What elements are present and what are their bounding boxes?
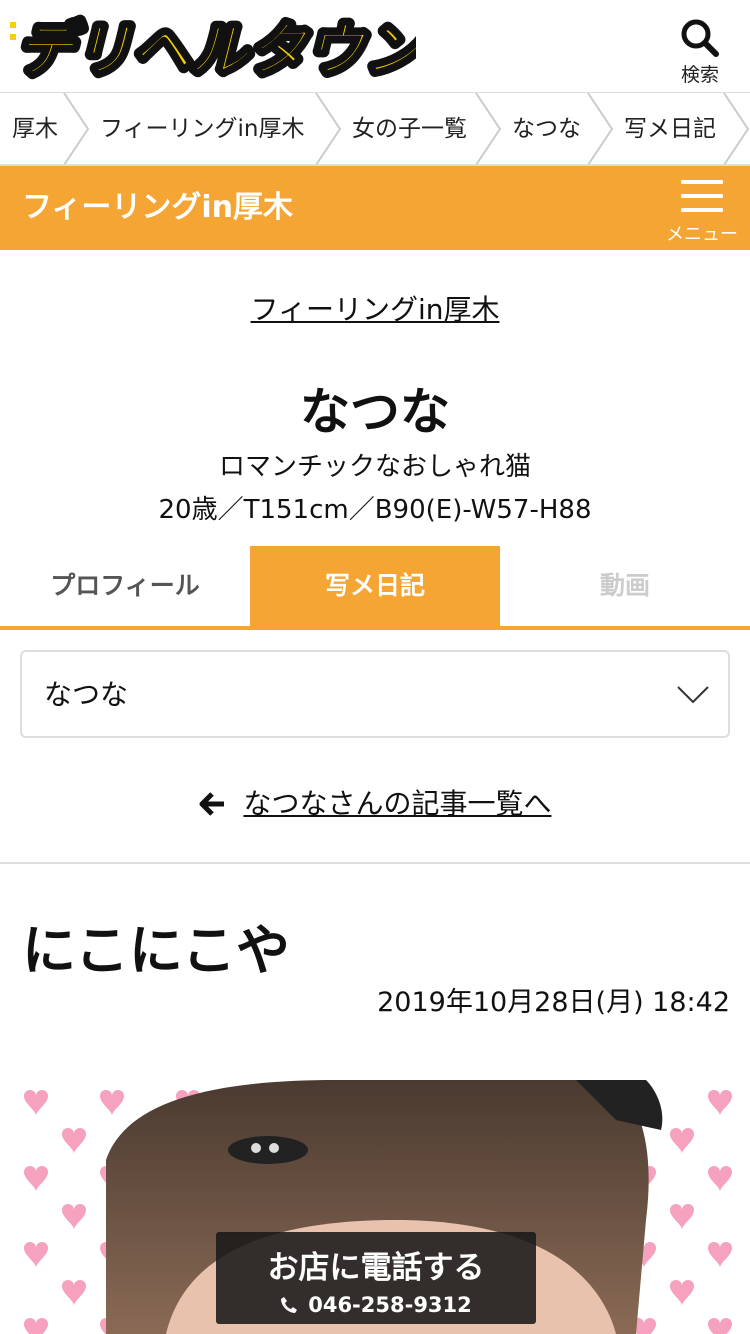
tab-profile[interactable]: プロフィール [0,546,250,626]
menu-label: メニュー [666,224,738,245]
search-button[interactable]: 検索 [670,18,730,86]
divider [0,862,750,864]
site-header: デリヘルタウン デリヘルタウン 検索 [0,0,750,92]
breadcrumb-separator-icon [315,93,342,164]
hamburger-icon [681,180,723,184]
profile-tabs: プロフィール 写メ日記 動画 [0,546,750,630]
call-shop-label: お店に電話する [267,1250,485,1286]
back-to-list-link[interactable]: なつなさんの記事一覧へ [0,782,750,822]
post-title: にこにこや [22,919,290,982]
phone-icon [281,1297,298,1313]
breadcrumb-item-area[interactable]: 厚木 [12,93,58,164]
hamburger-icon-bar [681,208,723,212]
menu-button[interactable]: メニュー [662,180,742,246]
girl-select-value: なつな [44,678,129,711]
breadcrumb-separator-icon [63,93,90,164]
call-shop-phone: 046-258-9312 [216,1293,536,1317]
back-to-list-label: なつなさんの記事一覧へ [243,787,552,820]
breadcrumb-item-girl[interactable]: なつな [512,93,581,164]
breadcrumb-separator-icon [587,93,614,164]
svg-text:デリヘルタウン: デリヘルタウン [16,16,416,80]
search-label: 検索 [680,64,719,86]
shop-link[interactable]: フィーリングin厚木 [0,288,750,328]
shop-bar: フィーリングin厚木 メニュー [0,166,750,250]
hamburger-icon-bar [681,194,723,198]
breadcrumb: 厚木 フィーリングin厚木 女の子一覧 なつな 写メ日記 [0,92,750,166]
breadcrumb-separator-icon [723,93,750,164]
site-logo[interactable]: デリヘルタウン デリヘルタウン [10,11,431,89]
girl-catchphrase: ロマンチックなおしゃれ猫 [218,452,531,482]
girl-spec: 20歳／T151cm／B90(E)-W57-H88 [158,495,592,525]
tab-diary[interactable]: 写メ日記 [250,546,500,626]
breadcrumb-item-diary[interactable]: 写メ日記 [624,93,716,164]
girl-name: なつな [300,383,450,441]
girl-select[interactable]: なつな [20,650,730,738]
chevron-down-icon [677,686,709,704]
phone-number: 046-258-9312 [308,1293,472,1317]
breadcrumb-item-shop[interactable]: フィーリングin厚木 [100,93,305,164]
tab-video: 動画 [599,571,650,600]
post-date: 2019年10月28日(月) 18:42 [377,987,730,1018]
search-icon [681,19,719,57]
call-shop-button[interactable]: お店に電話する 046-258-9312 [216,1232,536,1324]
logo-image: デリヘルタウン デリヘルタウン [10,11,431,89]
breadcrumb-item-girls[interactable]: 女の子一覧 [352,93,467,164]
shop-bar-title[interactable]: フィーリングin厚木 [22,166,293,250]
arrow-left-icon [199,792,224,816]
breadcrumb-separator-icon [475,93,502,164]
